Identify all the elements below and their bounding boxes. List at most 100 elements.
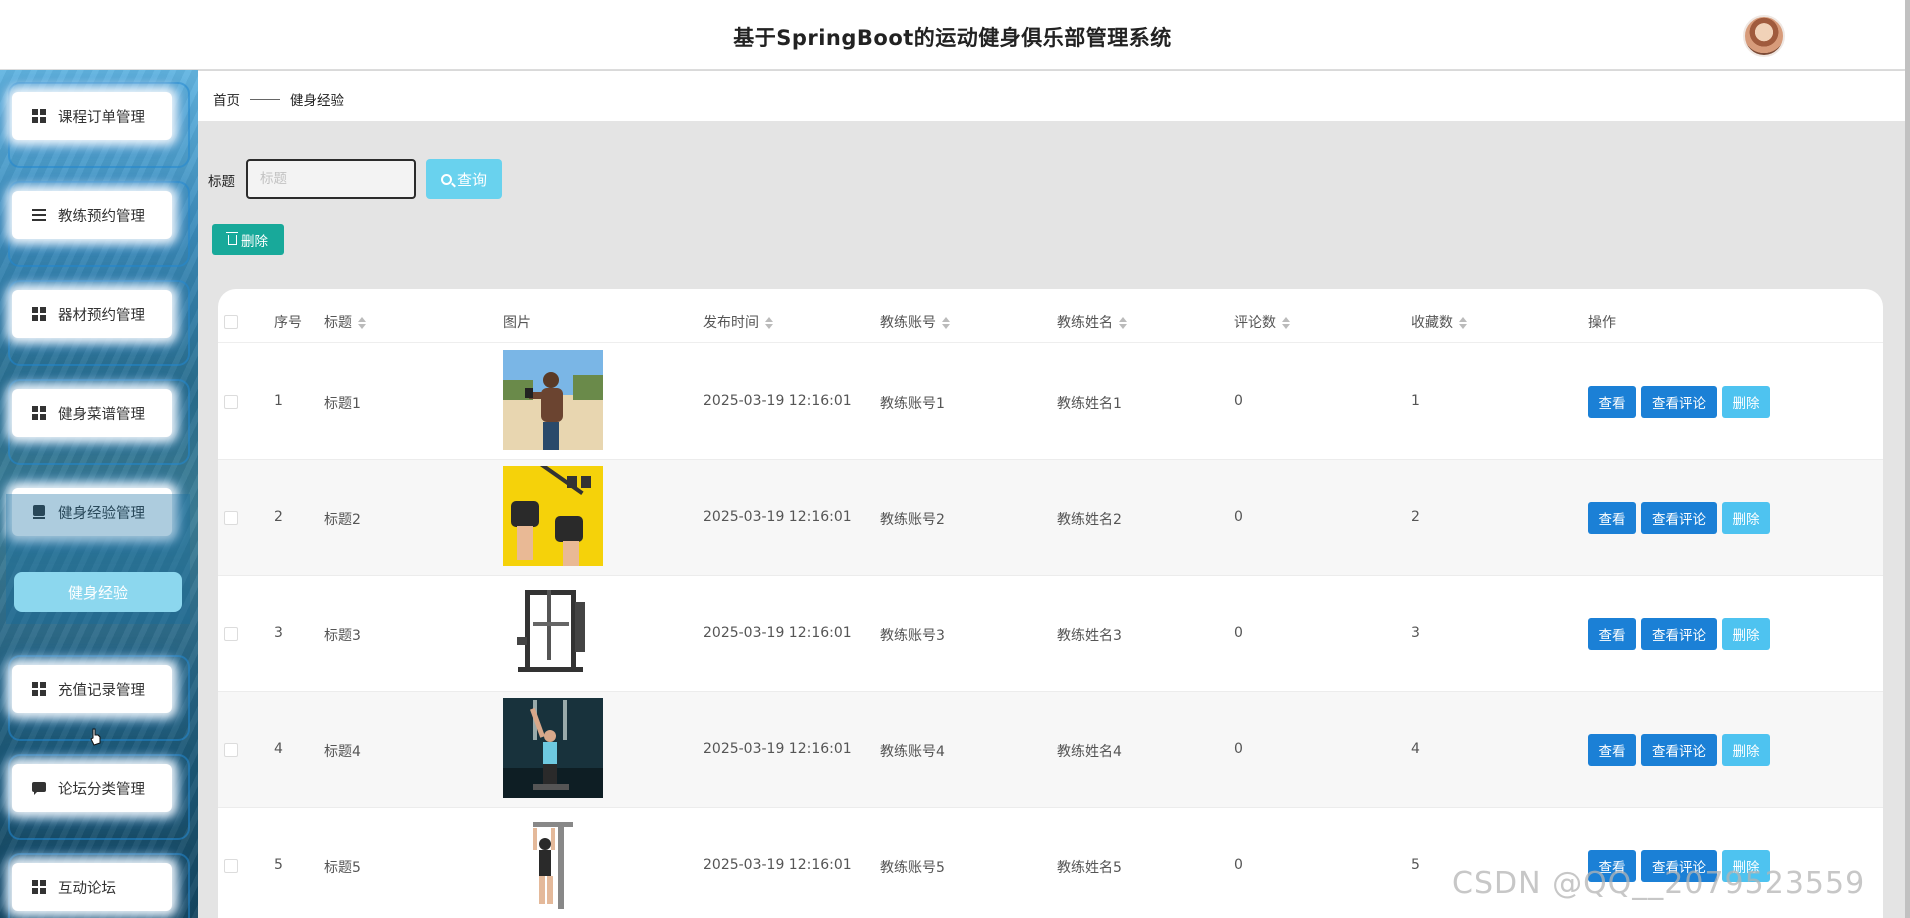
page-scrollbar[interactable]	[1905, 0, 1910, 918]
submenu-item-experience[interactable]: 健身经验	[14, 572, 182, 612]
sort-icon[interactable]	[1119, 317, 1127, 329]
search-input[interactable]	[246, 159, 416, 199]
bulk-delete-label: 删除	[241, 233, 268, 250]
col-header-label: 教练姓名	[1057, 315, 1113, 331]
row-checkbox[interactable]	[224, 859, 238, 873]
row-image[interactable]	[503, 582, 603, 682]
chat-icon	[32, 781, 46, 795]
col-header-actions: 操作	[1588, 315, 1616, 331]
cell-account: 教练账号2	[880, 512, 945, 528]
col-header-image: 图片	[503, 315, 531, 331]
view-comments-button[interactable]: 查看评论	[1641, 734, 1717, 766]
breadcrumb-bar: 首页 健身经验	[198, 71, 1905, 121]
col-header-favorites[interactable]: 收藏数	[1411, 312, 1467, 332]
sidebar-item-label: 互动论坛	[58, 880, 116, 897]
col-header-time[interactable]: 发布时间	[703, 312, 773, 332]
cell-favorites: 5	[1411, 857, 1420, 873]
delete-button[interactable]: 删除	[1722, 502, 1770, 534]
sidebar-item-recipes[interactable]: 健身菜谱管理	[12, 389, 172, 437]
cell-name: 教练姓名4	[1057, 744, 1122, 760]
view-comments-button[interactable]: 查看评论	[1641, 386, 1717, 418]
user-avatar[interactable]	[1743, 15, 1785, 57]
table-header: 序号 标题 图片 发布时间 教练账号 教练姓名 评论数 收藏数 操作	[218, 289, 1883, 343]
grid-icon	[32, 682, 46, 696]
row-image[interactable]	[503, 350, 603, 450]
cell-time: 2025-03-19 12:16:01	[703, 741, 852, 757]
cell-time: 2025-03-19 12:16:01	[703, 509, 852, 525]
sidebar-item-course-orders[interactable]: 课程订单管理	[12, 92, 172, 140]
row-image[interactable]	[503, 814, 603, 914]
delete-button[interactable]: 删除	[1722, 386, 1770, 418]
sidebar-item-label: 课程订单管理	[58, 109, 145, 126]
delete-button[interactable]: 删除	[1722, 618, 1770, 650]
col-header-name[interactable]: 教练姓名	[1057, 312, 1127, 332]
grid-icon	[32, 307, 46, 321]
table-row: 3 标题3 2025-03-19 12:16:01 教练账号3 教练姓名3 0 …	[218, 576, 1883, 692]
bulk-delete-button[interactable]: 删除	[212, 224, 284, 255]
col-header-label: 教练账号	[880, 315, 936, 331]
cell-favorites: 1	[1411, 393, 1420, 409]
cell-favorites: 3	[1411, 625, 1420, 641]
sidebar-item-equipment-booking[interactable]: 器材预约管理	[12, 290, 172, 338]
cell-index: 4	[274, 741, 283, 757]
col-header-label: 发布时间	[703, 315, 759, 331]
sidebar-item-forum[interactable]: 互动论坛	[12, 863, 172, 911]
table-row: 4 标题4 2025-03-19 12:16:01 教练账号4 教练姓名4 0 …	[218, 692, 1883, 808]
col-header-account[interactable]: 教练账号	[880, 312, 950, 332]
scrollbar-thumb[interactable]	[1905, 0, 1910, 918]
col-header-title[interactable]: 标题	[324, 312, 366, 332]
col-header-label: 标题	[324, 315, 352, 331]
sort-icon[interactable]	[765, 317, 773, 329]
cell-title: 标题2	[324, 512, 361, 528]
table-row: 2 标题2 2025-03-19 12:16:01 教练账号2 教练姓名2 0 …	[218, 460, 1883, 576]
cell-index: 3	[274, 625, 283, 641]
view-comments-button[interactable]: 查看评论	[1641, 618, 1717, 650]
cell-title: 标题1	[324, 396, 361, 412]
breadcrumb-home[interactable]: 首页	[213, 89, 240, 109]
table-row: 1 标题1 2025-03-19 12:16:01 教练账号1 教练姓名1 0 …	[218, 344, 1883, 460]
delete-button[interactable]: 删除	[1722, 734, 1770, 766]
cell-account: 教练账号4	[880, 744, 945, 760]
view-comments-button[interactable]: 查看评论	[1641, 502, 1717, 534]
cell-comments: 0	[1234, 857, 1243, 873]
app-title: 基于SpringBoot的运动健身俱乐部管理系统	[733, 26, 1172, 50]
cell-account: 教练账号1	[880, 396, 945, 412]
cell-index: 5	[274, 857, 283, 873]
row-checkbox[interactable]	[224, 395, 238, 409]
trash-icon	[226, 231, 238, 245]
cell-name: 教练姓名3	[1057, 628, 1122, 644]
table-row: 5 标题5 2025-03-19 12:16:01 教练账号5 教练姓名5 0 …	[218, 808, 1883, 918]
cell-name: 教练姓名1	[1057, 396, 1122, 412]
row-checkbox[interactable]	[224, 743, 238, 757]
sort-icon[interactable]	[1459, 317, 1467, 329]
view-button[interactable]: 查看	[1588, 386, 1636, 418]
sidebar-item-forum-category[interactable]: 论坛分类管理	[12, 764, 172, 812]
hand-cursor-icon	[90, 728, 101, 746]
sort-icon[interactable]	[358, 317, 366, 329]
cell-comments: 0	[1234, 393, 1243, 409]
row-image[interactable]	[503, 698, 603, 798]
row-checkbox[interactable]	[224, 511, 238, 525]
row-checkbox[interactable]	[224, 627, 238, 641]
select-all-checkbox[interactable]	[224, 315, 238, 329]
top-header: 基于SpringBoot的运动健身俱乐部管理系统	[0, 0, 1905, 70]
cell-time: 2025-03-19 12:16:01	[703, 625, 852, 641]
col-header-label: 评论数	[1234, 315, 1276, 331]
csdn-watermark: CSDN @QQ__2079523559	[1452, 866, 1866, 901]
col-header-comments[interactable]: 评论数	[1234, 312, 1290, 332]
view-button[interactable]: 查看	[1588, 618, 1636, 650]
sort-icon[interactable]	[942, 317, 950, 329]
sidebar-item-coach-booking[interactable]: 教练预约管理	[12, 191, 172, 239]
cell-title: 标题5	[324, 860, 361, 876]
search-button[interactable]: 查询	[426, 159, 502, 199]
cell-comments: 0	[1234, 509, 1243, 525]
cell-title: 标题3	[324, 628, 361, 644]
search-button-label: 查询	[456, 170, 487, 189]
sidebar-item-recharge[interactable]: 充值记录管理	[12, 665, 172, 713]
sort-icon[interactable]	[1282, 317, 1290, 329]
breadcrumb: 首页 健身经验	[213, 89, 344, 109]
row-image[interactable]	[503, 466, 603, 566]
view-button[interactable]: 查看	[1588, 502, 1636, 534]
view-button[interactable]: 查看	[1588, 734, 1636, 766]
cell-time: 2025-03-19 12:16:01	[703, 857, 852, 873]
